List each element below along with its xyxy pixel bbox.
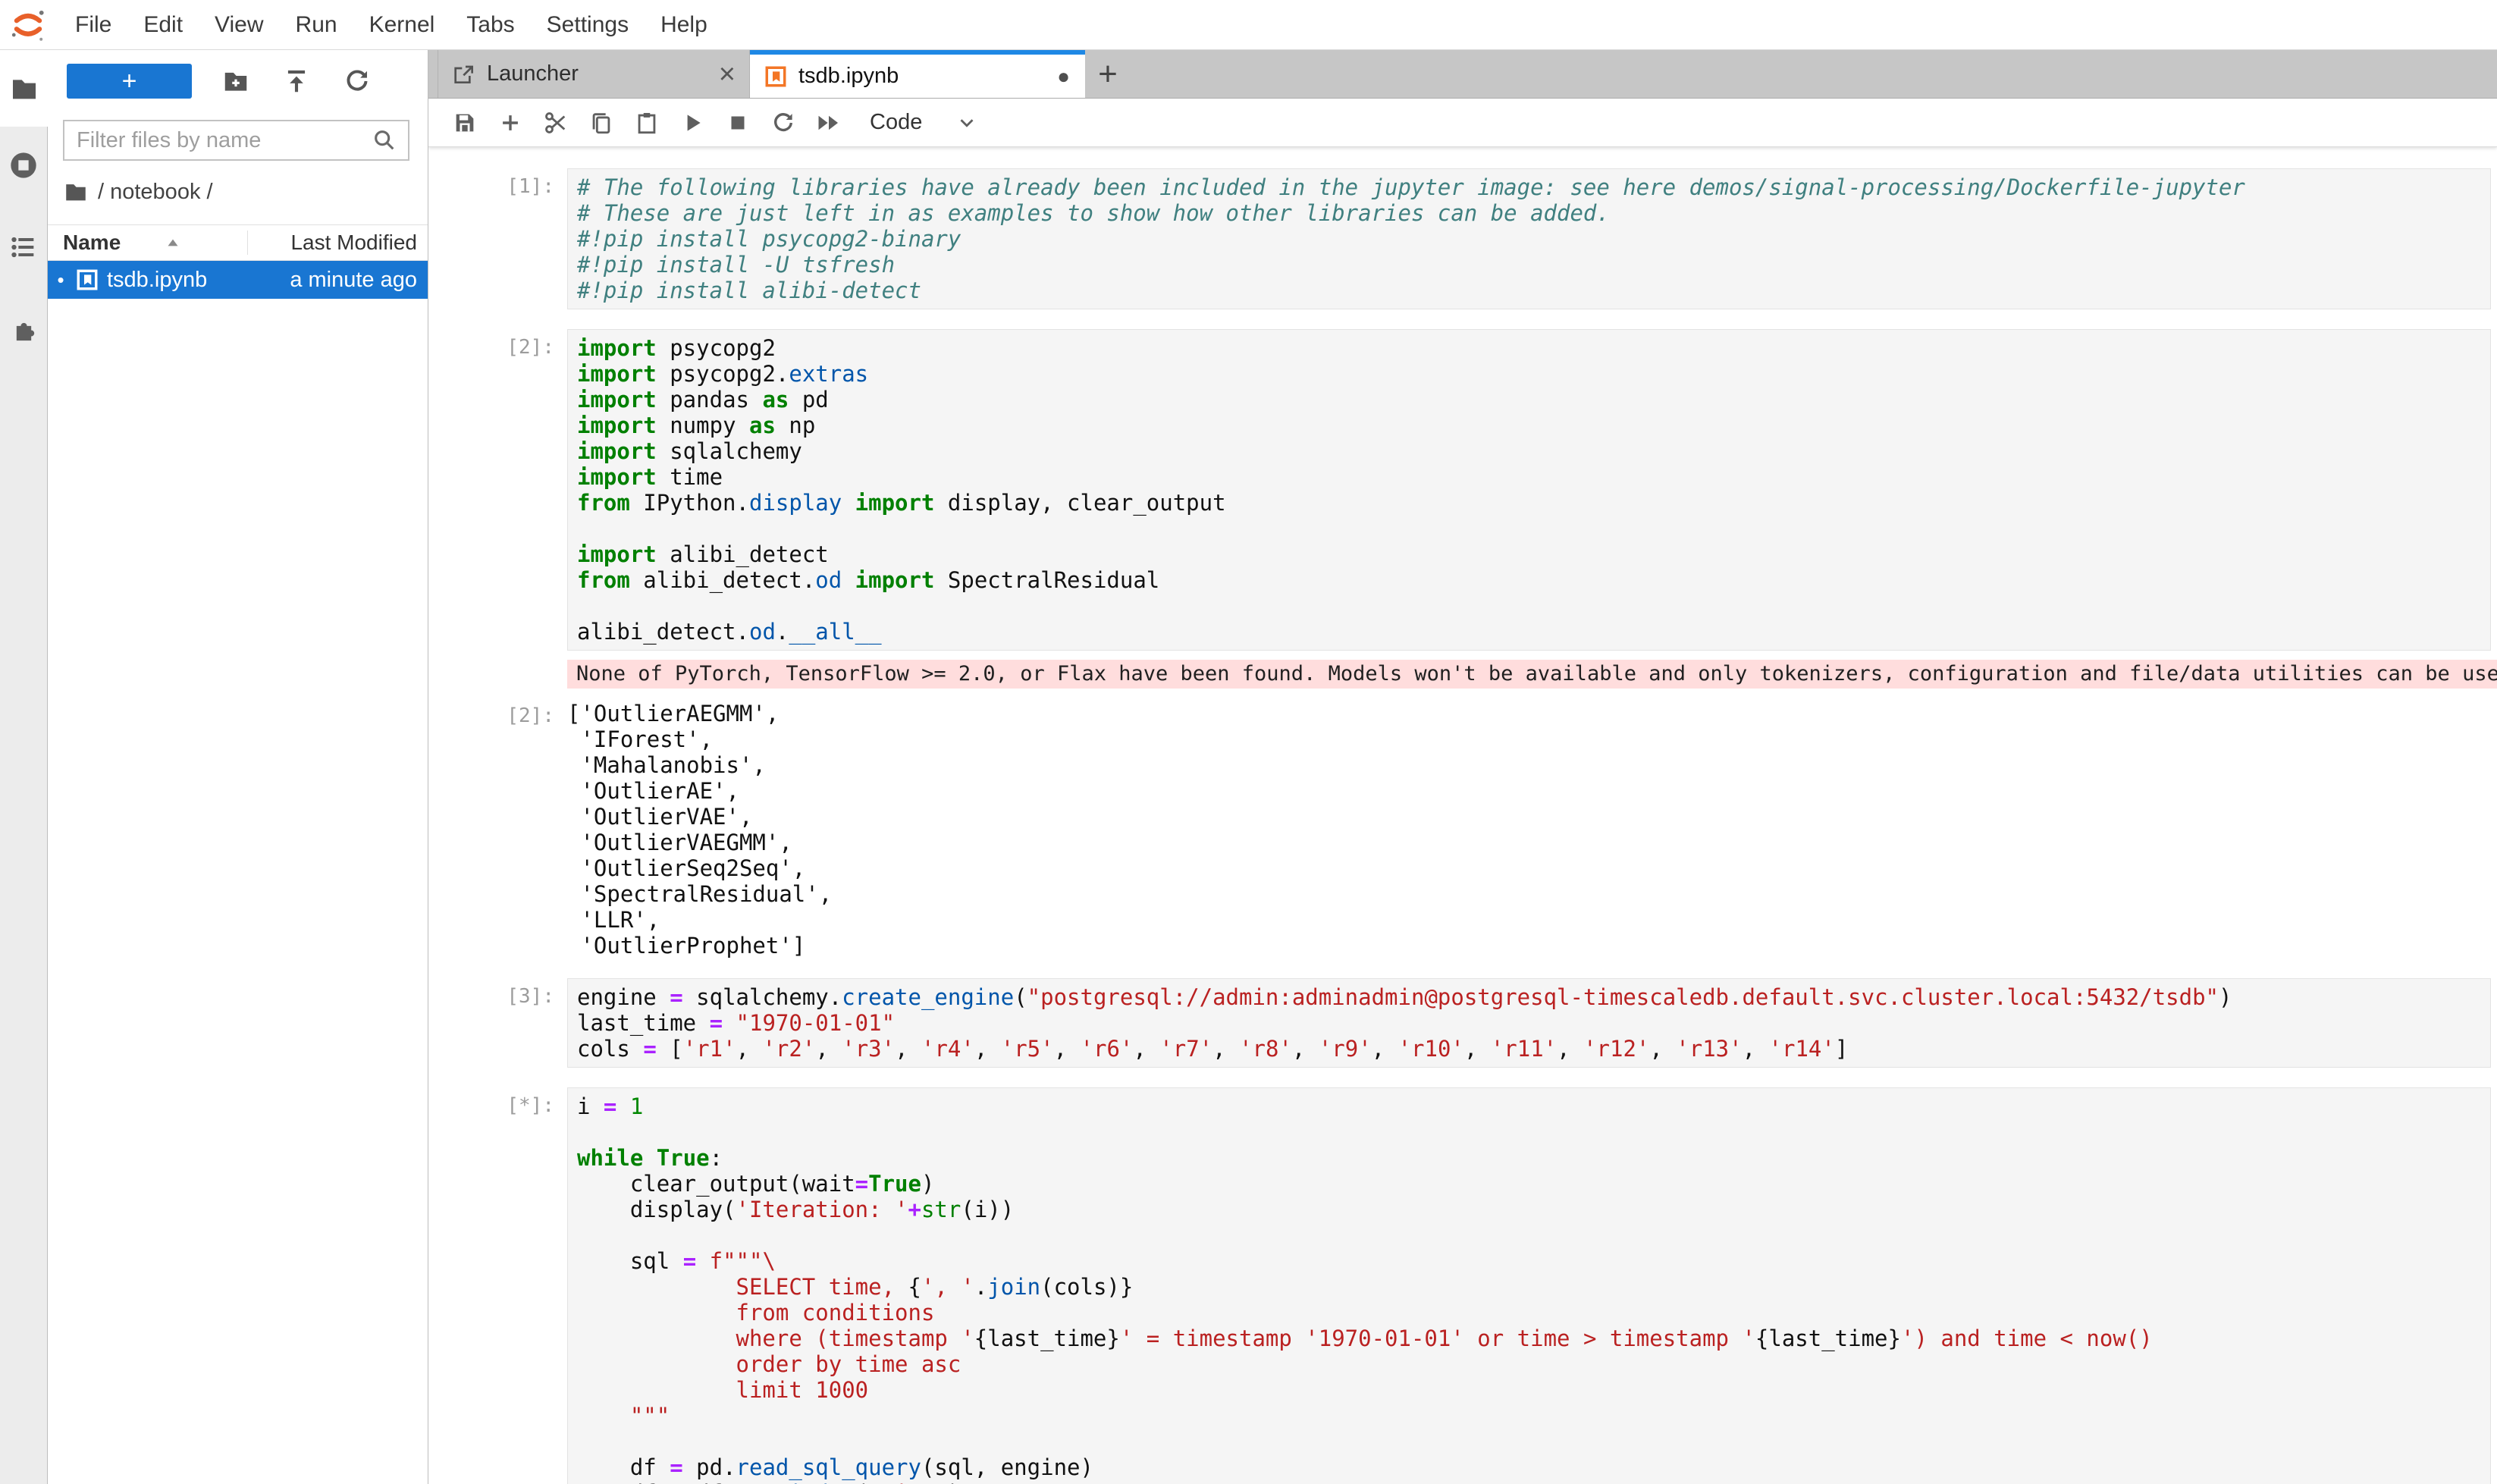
menu-run[interactable]: Run <box>280 1 353 49</box>
code-cell-editor[interactable]: import psycopg2import psycopg2.extrasimp… <box>567 329 2491 651</box>
input-prompt: [1]: <box>428 168 567 309</box>
tab-launcher[interactable]: Launcher × <box>438 50 750 98</box>
restart-kernel-button[interactable] <box>770 109 797 136</box>
paste-cells-button[interactable] <box>633 109 660 136</box>
sort-ascending-icon <box>163 233 183 253</box>
file-browser-toolbar: + <box>48 62 428 100</box>
main-dock-panel: Launcher × tsdb.ipynb ● + Code <box>428 50 2497 1484</box>
cell-type-dropdown[interactable]: Code <box>870 110 978 135</box>
interrupt-kernel-button[interactable] <box>724 109 751 136</box>
unsaved-file-dot: • <box>51 268 71 292</box>
code-cell-editor[interactable]: # The following libraries have already b… <box>567 168 2491 309</box>
jupyterlab-app: FileEditViewRunKernelTabsSettingsHelp <box>0 0 2497 1484</box>
breadcrumb-path: / notebook / <box>98 180 213 205</box>
upload-button[interactable] <box>280 64 313 98</box>
unsaved-changes-dot[interactable]: ● <box>1057 64 1070 89</box>
cell-type-value: Code <box>870 110 922 135</box>
chevron-down-icon <box>955 111 978 134</box>
column-header-name[interactable]: Name <box>48 231 247 255</box>
tab-tsdb-notebook[interactable]: tsdb.ipynb ● <box>750 50 1085 98</box>
input-prompt: [*]: <box>428 1087 567 1484</box>
file-listing-header: Name Last Modified <box>48 224 428 261</box>
file-filter-box <box>63 120 409 161</box>
notebook-cell: [1]:# The following libraries have alrea… <box>428 168 2497 309</box>
notebook-scroll-area[interactable]: [1]:# The following libraries have alrea… <box>428 147 2497 1484</box>
refresh-button[interactable] <box>340 64 374 98</box>
file-row[interactable]: • tsdb.ipynba minute ago <box>48 261 428 299</box>
menu-view[interactable]: View <box>199 1 279 49</box>
jupyter-logo-icon <box>9 6 47 44</box>
file-browser-tab-icon[interactable] <box>8 72 41 105</box>
new-folder-button[interactable] <box>219 64 253 98</box>
notebook-cell: [3]:engine = sqlalchemy.create_engine("p… <box>428 978 2497 1068</box>
input-prompt: [3]: <box>428 978 567 1068</box>
tab-notebook-label: tsdb.ipynb <box>798 64 899 89</box>
tab-launcher-label: Launcher <box>487 61 579 86</box>
file-listing: • tsdb.ipynba minute ago <box>48 261 428 299</box>
menu-help[interactable]: Help <box>645 1 723 49</box>
code-cell-editor[interactable]: engine = sqlalchemy.create_engine("postg… <box>567 978 2491 1068</box>
save-button[interactable] <box>451 109 478 136</box>
breadcrumb[interactable]: / notebook / <box>48 179 428 205</box>
insert-cell-below-button[interactable] <box>497 109 524 136</box>
search-icon <box>372 127 397 153</box>
launcher-icon <box>452 62 476 86</box>
menu-tabs[interactable]: Tabs <box>450 1 530 49</box>
tab-close-icon[interactable]: × <box>719 62 736 86</box>
output-prompt-empty <box>428 660 567 689</box>
file-modified: a minute ago <box>290 268 428 293</box>
notebook-toolbar: Code <box>428 99 2497 147</box>
menu-file[interactable]: File <box>59 1 127 49</box>
file-browser-panel: + / notebook / <box>48 50 428 1484</box>
run-cell-button[interactable] <box>679 109 706 136</box>
menu-settings[interactable]: Settings <box>531 1 645 49</box>
extension-manager-tab-icon[interactable] <box>7 312 40 346</box>
output-prompt: [2]: <box>428 698 567 958</box>
input-prompt: [2]: <box>428 329 567 651</box>
notebook-cell: [2]:import psycopg2import psycopg2.extra… <box>428 329 2497 958</box>
cut-cells-button[interactable] <box>542 109 569 136</box>
column-header-modified[interactable]: Last Modified <box>247 231 428 255</box>
notebook-toolbar-buttons <box>451 109 861 136</box>
notebook-cell: [*]:i = 1 while True: clear_output(wait=… <box>428 1087 2497 1484</box>
file-name: tsdb.ipynb <box>107 268 290 293</box>
new-launcher-button[interactable]: + <box>67 64 192 99</box>
menu-kernel[interactable]: Kernel <box>353 1 451 49</box>
copy-cells-button[interactable] <box>588 109 615 136</box>
new-tab-button[interactable]: + <box>1085 50 1131 98</box>
menu-edit[interactable]: Edit <box>127 1 199 49</box>
restart-run-all-button[interactable] <box>815 109 842 136</box>
menu-bar: FileEditViewRunKernelTabsSettingsHelp <box>0 0 2497 50</box>
notebook-icon <box>75 268 99 292</box>
dock-tab-bar: Launcher × tsdb.ipynb ● + <box>428 50 2497 99</box>
execute-result-output: ['OutlierAEGMM', 'IForest', 'Mahalanobis… <box>567 698 2497 958</box>
code-cell-editor[interactable]: i = 1 while True: clear_output(wait=True… <box>567 1087 2491 1484</box>
main-row: + / notebook / <box>0 50 2497 1484</box>
notebook-icon <box>764 64 788 89</box>
left-activity-bar <box>0 50 48 1484</box>
table-of-contents-tab-icon[interactable] <box>7 231 40 264</box>
file-filter-input[interactable] <box>77 128 372 153</box>
stderr-warning-output: None of PyTorch, TensorFlow >= 2.0, or F… <box>567 660 2497 689</box>
running-kernels-tab-icon[interactable] <box>7 149 40 182</box>
menu-items: FileEditViewRunKernelTabsSettingsHelp <box>59 1 723 49</box>
folder-icon <box>63 179 89 205</box>
